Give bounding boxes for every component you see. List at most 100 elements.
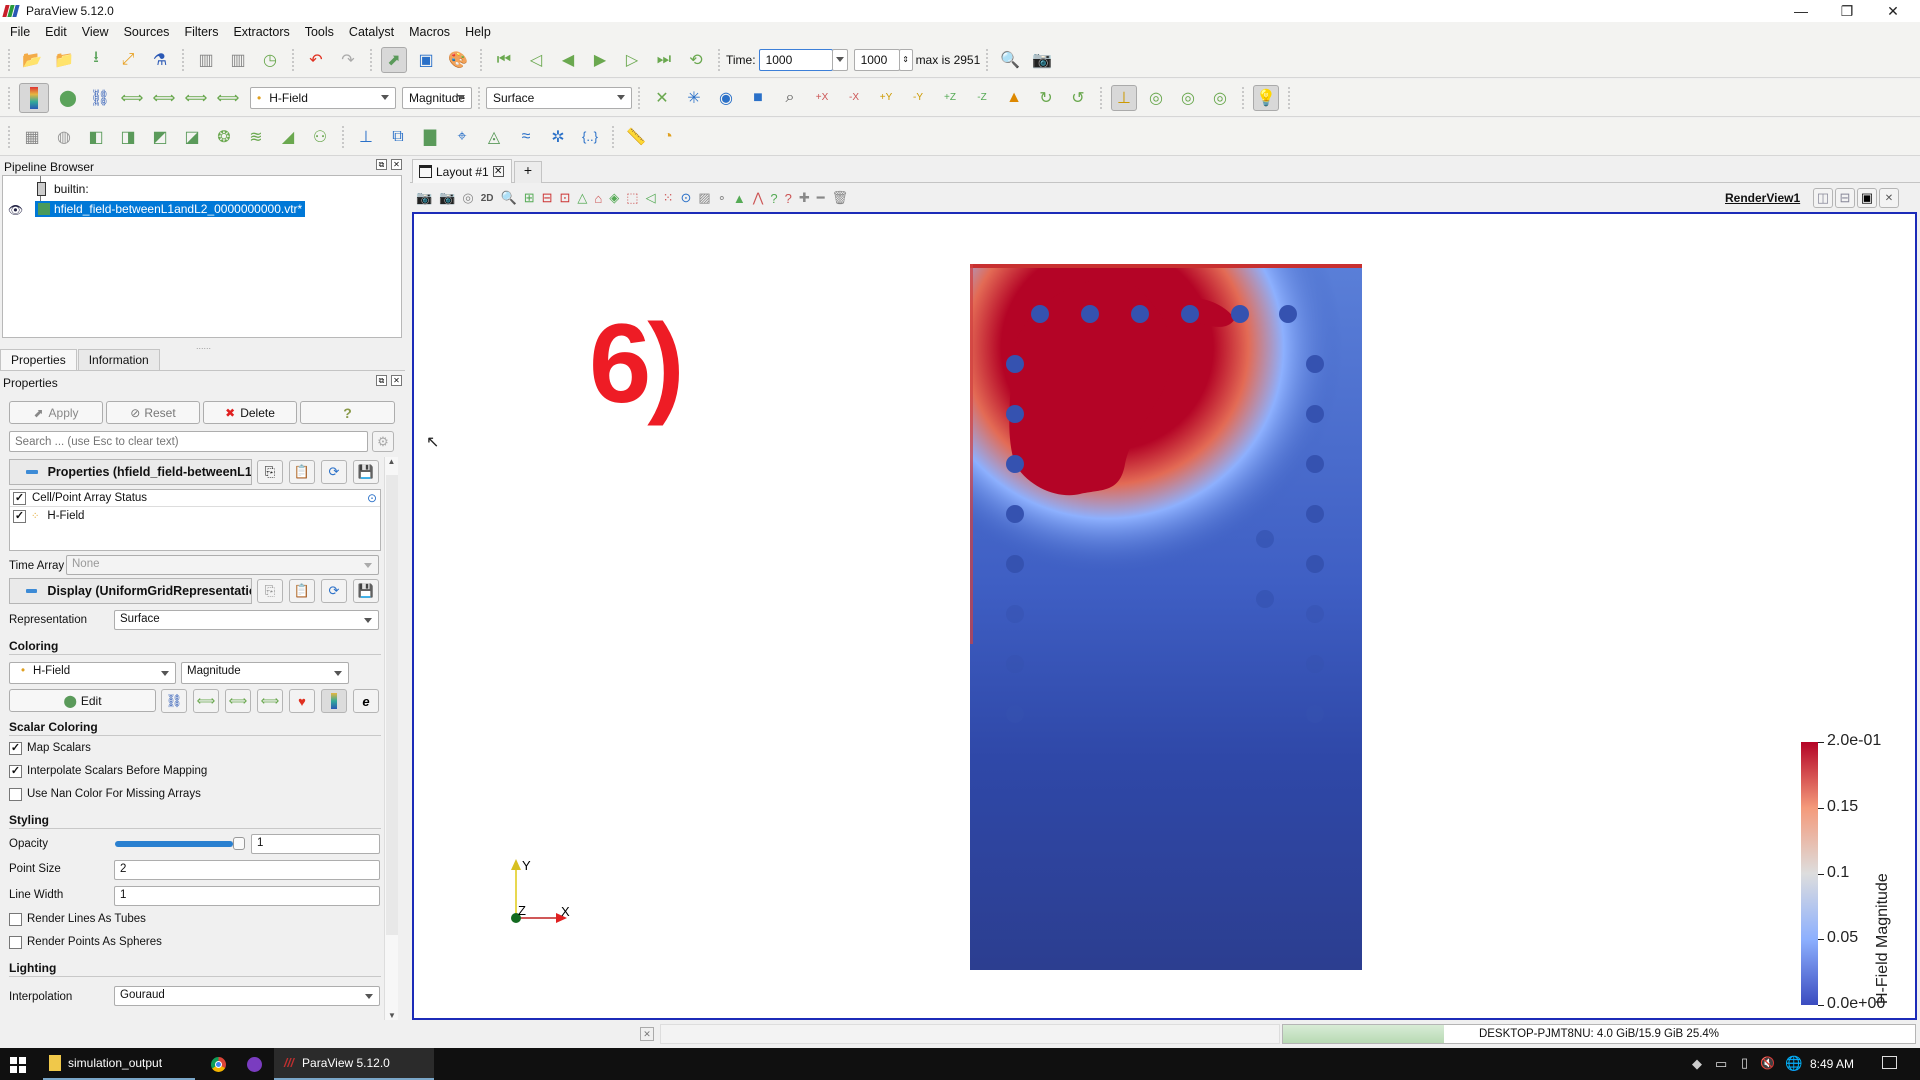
tooltip-points-icon[interactable]: ?: [785, 191, 792, 206]
split-horizontal-icon[interactable]: ◫: [1813, 188, 1833, 208]
separate-colormap-icon[interactable]: ⛓: [161, 689, 187, 713]
map-scalars-checkbox[interactable]: ✓: [9, 742, 22, 755]
pipeline-item-builtin[interactable]: builtin:: [37, 182, 89, 196]
toggle-color-legend-icon[interactable]: [321, 689, 347, 713]
histogram-icon[interactable]: ▇: [417, 124, 443, 150]
column-options-icon[interactable]: ⊙: [367, 491, 377, 505]
reset-center-icon[interactable]: ◎: [1175, 85, 1201, 111]
view-plus-z-icon[interactable]: +Z: [937, 85, 963, 111]
play-icon[interactable]: ▶: [587, 47, 613, 73]
opacity-slider-handle[interactable]: [233, 837, 245, 850]
capture-view-icon[interactable]: 📷: [416, 190, 432, 206]
time-dropdown[interactable]: [831, 48, 848, 71]
select-points-through-icon[interactable]: ⌂: [594, 191, 602, 206]
interpolation-dropdown[interactable]: Gouraud: [114, 986, 380, 1006]
help-button[interactable]: ?: [300, 401, 395, 424]
render-view-label[interactable]: RenderView1: [1725, 191, 1800, 205]
paste-display-icon[interactable]: 📋: [289, 579, 315, 603]
color-component-select[interactable]: Magnitude: [402, 86, 472, 109]
rotate-minus-90-icon[interactable]: ↺: [1065, 85, 1091, 111]
undo-icon[interactable]: ↶: [303, 47, 329, 73]
save-defaults-icon[interactable]: 💾: [353, 460, 379, 484]
display-group-header[interactable]: Display (UniformGridRepresentatior: [9, 578, 252, 604]
timer-icon[interactable]: ◷: [257, 47, 283, 73]
isometric-view-icon[interactable]: ▲: [1001, 85, 1027, 111]
menu-extractors[interactable]: Extractors: [233, 25, 289, 39]
menu-catalyst[interactable]: Catalyst: [349, 25, 394, 39]
plot-data-icon[interactable]: ◬: [481, 124, 507, 150]
obs-icon[interactable]: [247, 1057, 262, 1072]
rescale-range-icon[interactable]: ⟺: [119, 85, 145, 111]
representation-select[interactable]: Surface: [486, 86, 632, 109]
properties-scrollbar[interactable]: ▲ ▼: [384, 457, 398, 1020]
zoom-to-box-icon[interactable]: ⌕: [777, 85, 803, 111]
close-properties-icon[interactable]: ✕: [391, 375, 402, 386]
layout-tab[interactable]: Layout #1 ✕: [412, 159, 512, 183]
zoom-closest-icon[interactable]: ■: [745, 85, 771, 111]
temporal-stats-icon[interactable]: ≈: [513, 124, 539, 150]
show-center-icon[interactable]: ◎: [1143, 85, 1169, 111]
advanced-settings-gear-icon[interactable]: ⚙: [372, 431, 394, 452]
split-vertical-icon[interactable]: ⊟: [1835, 188, 1855, 208]
previous-frame-icon[interactable]: ◁: [523, 47, 549, 73]
select-blocks-icon[interactable]: ◈: [609, 190, 619, 206]
close-button[interactable]: ✕: [1870, 0, 1916, 22]
first-frame-icon[interactable]: ⏮: [491, 47, 517, 73]
glyph-icon[interactable]: ❂: [211, 124, 237, 150]
rescale-data-range-icon[interactable]: ⟺: [193, 689, 219, 713]
point-size-input[interactable]: 2: [114, 860, 380, 880]
tray-network-icon[interactable]: 🌐: [1785, 1055, 1802, 1072]
pipeline-item-source[interactable]: hfield_field-betweenL1andL2_0000000000.v…: [35, 201, 306, 217]
ruler-icon[interactable]: 📏: [623, 124, 649, 150]
find-data-icon[interactable]: ⊙: [680, 190, 691, 206]
connect-icon[interactable]: ⤢: [115, 47, 141, 73]
time-value-input[interactable]: 1000: [758, 48, 833, 71]
warp-vector-icon[interactable]: ◢: [275, 124, 301, 150]
edit-color-legend-icon[interactable]: e: [353, 689, 379, 713]
next-frame-icon[interactable]: ▷: [619, 47, 645, 73]
rotate-plus-90-icon[interactable]: ↻: [1033, 85, 1059, 111]
render-points-spheres-checkbox[interactable]: [9, 936, 22, 949]
opacity-input[interactable]: 1: [251, 834, 380, 854]
maximize-view-icon[interactable]: ▣: [1857, 188, 1877, 208]
last-frame-icon[interactable]: ⏭: [651, 47, 677, 73]
edit-colormap-button[interactable]: ⬤ Edit: [9, 689, 156, 712]
reset-camera-closest-icon[interactable]: ✳: [681, 85, 707, 111]
select-points-on-icon[interactable]: ⊟: [542, 190, 553, 206]
toggle-2d-button[interactable]: 2D: [481, 193, 494, 204]
render-lines-tubes-checkbox[interactable]: [9, 913, 22, 926]
notifications-icon[interactable]: [1882, 1056, 1897, 1069]
loop-icon[interactable]: ⟲: [683, 47, 709, 73]
nan-color-checkbox[interactable]: [9, 788, 22, 801]
contour-icon[interactable]: ◍: [51, 124, 77, 150]
auto-apply-icon[interactable]: ⬈: [381, 46, 407, 73]
view-plus-y-icon[interactable]: +Y: [873, 85, 899, 111]
menu-view[interactable]: View: [82, 25, 109, 39]
close-view-icon[interactable]: ✕: [1879, 188, 1899, 208]
undock-pipeline-icon[interactable]: ⧉: [376, 159, 387, 170]
clear-selection-icon[interactable]: 🗑: [832, 190, 849, 206]
visibility-eye-icon[interactable]: 👁: [8, 203, 23, 217]
copy-display-icon[interactable]: ⎘: [257, 579, 283, 603]
delete-button[interactable]: ✖ Delete: [203, 401, 297, 424]
catalyst-icon[interactable]: ⚗: [147, 47, 173, 73]
close-pipeline-icon[interactable]: ✕: [391, 159, 402, 170]
render-view-options-icon[interactable]: 📷: [439, 190, 455, 206]
cell-centers-icon[interactable]: ✲: [545, 124, 571, 150]
reset-camera-icon[interactable]: ✕: [649, 85, 675, 111]
extract-selection-icon[interactable]: ⧉: [385, 124, 411, 150]
rescale-custom-range-icon[interactable]: ⟺: [225, 689, 251, 713]
tray-volume-muted-icon[interactable]: 🔇: [1760, 1056, 1775, 1070]
properties-search-input[interactable]: [9, 431, 368, 452]
color-array-select[interactable]: • H-Field: [250, 86, 396, 109]
render-view[interactable]: 6) ↖ Y X Z H-Field Magnitude 2.0e-01 0.1…: [412, 212, 1917, 1020]
time-array-select[interactable]: None: [66, 555, 379, 575]
choose-preset-icon[interactable]: ♥: [289, 689, 315, 713]
menu-sources[interactable]: Sources: [124, 25, 170, 39]
interpolate-scalars-checkbox[interactable]: ✓: [9, 765, 22, 778]
add-layout-tab-button[interactable]: +: [514, 161, 542, 183]
save-data-icon[interactable]: ⭳: [83, 47, 109, 73]
color-legend-toggle-icon[interactable]: [19, 82, 49, 113]
hfield-checkbox[interactable]: ✓: [13, 509, 26, 523]
tab-properties[interactable]: Properties: [0, 349, 77, 371]
